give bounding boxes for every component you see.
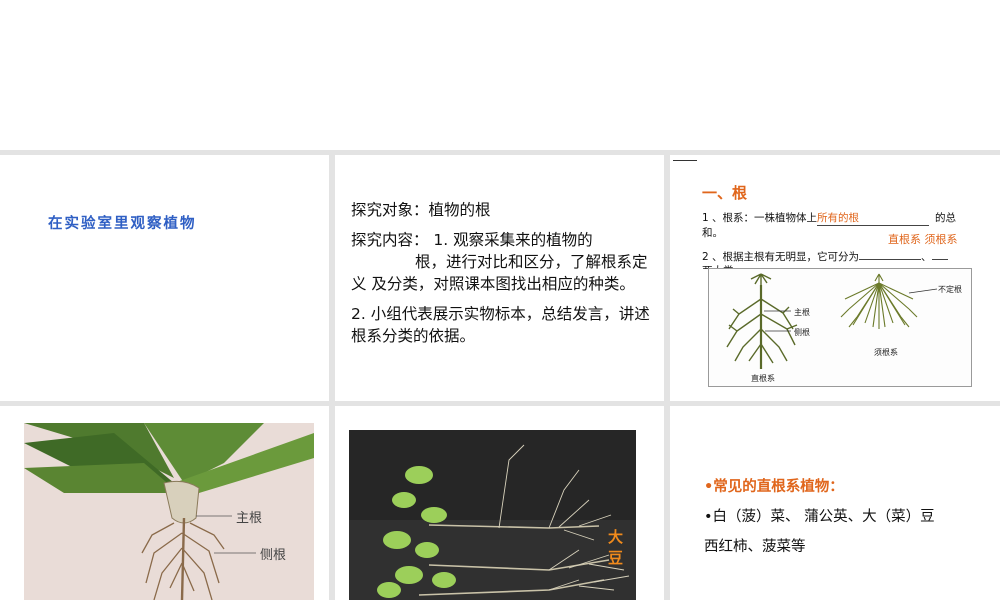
slide-thumb-4[interactable]: 主根 侧根	[0, 406, 329, 600]
soybean-label: 大豆	[608, 528, 624, 567]
definition-suffix: 的总	[935, 212, 957, 224]
divider	[673, 160, 697, 161]
definition-prefix: 1 、根系：一株植物体上	[702, 212, 818, 224]
answer-types: 直根系 须根系	[888, 233, 958, 246]
label-adventitious-root: 不定根	[938, 285, 962, 294]
slide-title: 在实验室里观察植物	[48, 216, 197, 232]
slide-body: •常见的直根系植物： •白（菠）菜、 蒲公英、大（菜）豆 西红柿、菠菜等	[704, 472, 994, 562]
taproot-photo: 主根 侧根	[24, 423, 314, 600]
blank-1	[859, 259, 922, 260]
step-two: 2. 小组代表展示实物标本，总结发言，讲述根系分类的依据。	[351, 305, 650, 345]
list-heading: •常见的直根系植物：	[704, 479, 844, 495]
label-fibrous-system: 须根系	[874, 348, 898, 357]
content-line-a: 探究内容： 1. 观察采集来的植物的	[351, 231, 593, 249]
content-line-b: 根，进行对比和区分，了解根系定义 及分类，对照课本图找出相应的种类。	[351, 253, 648, 293]
research-content: 探究内容： 1. 观察采集来的植物的 根，进行对比和区分，了解根系定义 及分类，…	[351, 229, 651, 295]
plant-list-line-2: 西红柿、菠菜等	[704, 539, 806, 555]
definition-line: 1 、根系：一株植物体上所有的根 的总	[702, 210, 956, 226]
slide-body: 探究对象：植物的根 探究内容： 1. 观察采集来的植物的 根，进行对比和区分，了…	[351, 199, 651, 355]
label-taproot-system: 直根系	[751, 374, 775, 383]
label-side-root: 侧根	[260, 548, 287, 563]
slide-thumb-3[interactable]: 一、根 1 、根系：一株植物体上所有的根 的总 和。 直根系 须根系 2 、根据主…	[670, 155, 1000, 401]
classification-text: 2 、根据主根有无明显，它可分为	[702, 251, 860, 263]
label-main-root: 主根	[794, 308, 810, 317]
slide-thumb-1[interactable]: 在实验室里观察植物	[0, 155, 329, 401]
separator: 、	[921, 251, 932, 263]
root-system-figure: 主根 侧根 直根系 不定根 须根系	[708, 268, 972, 387]
answer-all-roots: 所有的根	[817, 210, 930, 226]
slide-thumb-2[interactable]: 探究对象：植物的根 探究内容： 1. 观察采集来的植物的 根，进行对比和区分，了…	[335, 155, 664, 401]
section-heading: 一、根	[702, 184, 748, 202]
slide-thumb-5[interactable]: 大豆	[335, 406, 664, 600]
blank-2	[931, 259, 948, 260]
plant-list-line-1: •白（菠）菜、 蒲公英、大（菜）豆	[704, 509, 935, 525]
definition-wrap: 和。	[702, 227, 723, 239]
root-illustration	[726, 273, 938, 369]
slide-thumb-6[interactable]: •常见的直根系植物： •白（菠）菜、 蒲公英、大（菜）豆 西红柿、菠菜等	[670, 406, 1000, 600]
label-main-root: 主根	[236, 511, 263, 526]
research-object: 探究对象：植物的根	[351, 201, 491, 219]
soybean-photo: 大豆	[349, 430, 636, 600]
taproot-plant-image	[24, 423, 314, 600]
classification-line: 2 、根据主根有无明显，它可分为 、	[702, 249, 948, 264]
top-blank-area	[0, 0, 1000, 150]
soybean-plant-image	[349, 430, 636, 600]
label-side-root: 侧根	[794, 328, 810, 337]
